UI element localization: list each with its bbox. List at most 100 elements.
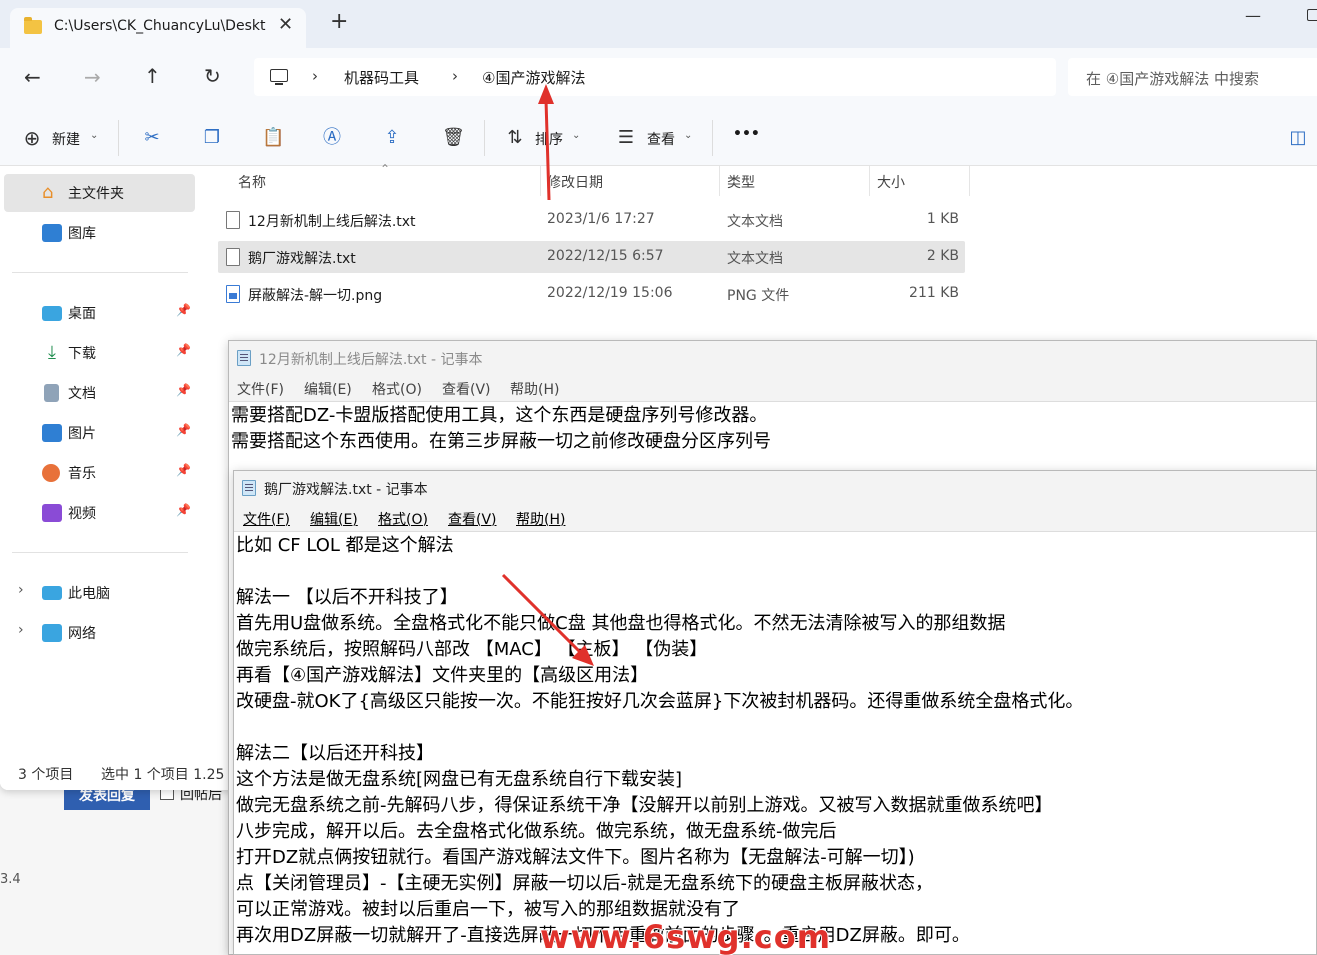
sidebar-label: 下载 <box>68 346 96 362</box>
back-button[interactable]: ← <box>24 67 41 87</box>
pin-icon[interactable]: 📌 <box>176 503 191 517</box>
sidebar-label: 主文件夹 <box>68 186 124 202</box>
notepad-menubar: 文件(F) 编辑(E) 格式(O) 查看(V) 帮助(H) <box>234 504 1316 532</box>
notepad-text-area[interactable]: 比如 CF LOL 都是这个解法 解法一 【以后不开科技了】 首先用U盘做系统。… <box>236 533 1316 949</box>
minimize-button[interactable]: — <box>1245 6 1261 25</box>
toolbar-divider <box>484 120 485 156</box>
sidebar-divider <box>12 552 188 553</box>
tab-close-button[interactable]: ✕ <box>278 14 293 35</box>
delete-icon[interactable]: 🗑 <box>442 128 465 148</box>
chevron-down-icon[interactable]: ⌄ <box>90 130 98 141</box>
pin-icon[interactable]: 📌 <box>176 343 191 357</box>
column-divider[interactable] <box>969 166 970 196</box>
column-divider[interactable] <box>540 166 541 196</box>
breadcrumb-current-folder[interactable]: ④国产游戏解法 <box>482 67 585 88</box>
maximize-button[interactable] <box>1307 9 1317 21</box>
desktop-icon <box>42 306 62 321</box>
view-icon[interactable]: ☰ <box>616 128 636 148</box>
more-options-button[interactable]: ••• <box>733 126 760 142</box>
pictures-icon <box>42 424 62 442</box>
breadcrumb-separator[interactable]: › <box>452 67 458 85</box>
pin-icon[interactable]: 📌 <box>176 463 191 477</box>
text-line: 八步完成，解开以后。去全盘格式化做系统。做完系统，做无盘系统-做完后 <box>236 821 837 842</box>
cut-icon[interactable]: ✂ <box>142 128 162 148</box>
new-tab-button[interactable]: + <box>330 11 348 33</box>
sidebar-item-documents[interactable]: 文档 📌 <box>4 374 195 412</box>
details-pane-icon[interactable]: ◫ <box>1288 128 1308 148</box>
notepad-window-game-solution: 鹅厂游戏解法.txt - 记事本 文件(F) 编辑(E) 格式(O) 查看(V)… <box>233 470 1317 955</box>
menu-edit[interactable]: 编辑(E) <box>304 379 352 399</box>
sidebar-item-desktop[interactable]: 桌面 📌 <box>4 294 195 332</box>
file-name: 12月新机制上线后解法.txt <box>248 214 416 230</box>
sidebar-item-home[interactable]: ⌂ 主文件夹 <box>4 174 195 212</box>
notepad-text-area[interactable]: 需要搭配DZ-卡盟版搭配使用工具，这个东西是硬盘序列号修改器。 需要搭配这个东西… <box>231 403 1316 455</box>
toolbar-divider <box>712 120 713 156</box>
sort-button[interactable]: 排序 <box>535 129 563 149</box>
sidebar-item-pictures[interactable]: 图片 📌 <box>4 414 195 452</box>
sidebar-item-gallery[interactable]: 图库 <box>4 214 195 252</box>
sidebar-item-network[interactable]: › 网络 <box>4 614 195 652</box>
sidebar-item-music[interactable]: 音乐 📌 <box>4 454 195 492</box>
document-icon <box>44 384 59 402</box>
paste-icon[interactable]: 📋 <box>262 128 284 148</box>
column-header-type[interactable]: 类型 <box>727 172 755 192</box>
download-icon: ⤓ <box>48 342 56 363</box>
plus-circle-icon[interactable]: ⊕ <box>22 128 42 148</box>
pin-icon[interactable]: 📌 <box>176 423 191 437</box>
menu-format[interactable]: 格式(O) <box>372 379 422 399</box>
menu-view[interactable]: 查看(V) <box>448 509 497 529</box>
sidebar-item-videos[interactable]: 视频 📌 <box>4 494 195 532</box>
sort-icon[interactable]: ⇅ <box>505 128 525 148</box>
up-button[interactable]: ↑ <box>144 66 161 86</box>
address-bar[interactable]: › 机器码工具 › ④国产游戏解法 <box>254 58 1056 96</box>
rename-icon[interactable]: Ⓐ <box>322 128 342 148</box>
menu-view[interactable]: 查看(V) <box>442 379 491 399</box>
column-header-name[interactable]: 名称 <box>238 172 266 192</box>
forward-button[interactable]: → <box>84 67 101 87</box>
sidebar-label: 桌面 <box>68 306 96 322</box>
chevron-right-icon[interactable]: › <box>18 582 24 598</box>
text-line: 点【关闭管理员】-【主硬无实例】屏蔽一切以后-就是无盘系统下的硬盘主板屏蔽状态， <box>236 873 933 894</box>
search-box[interactable]: 在 ④国产游戏解法 中搜索 <box>1068 58 1317 96</box>
column-header-date[interactable]: 修改日期 <box>547 172 603 192</box>
file-row-selected[interactable]: 鹅厂游戏解法.txt 2022/12/15 6:57 文本文档 2 KB <box>218 241 965 273</box>
folder-icon <box>24 17 42 34</box>
view-button[interactable]: 查看 <box>647 129 675 149</box>
file-name: 鹅厂游戏解法.txt <box>248 251 356 267</box>
menu-file[interactable]: 文件(F) <box>243 509 290 529</box>
sidebar-item-downloads[interactable]: ⤓ 下载 📌 <box>4 334 195 372</box>
pin-icon[interactable]: 📌 <box>176 383 191 397</box>
refresh-button[interactable]: ↻ <box>204 66 221 86</box>
menu-edit[interactable]: 编辑(E) <box>310 509 358 529</box>
menu-help[interactable]: 帮助(H) <box>516 509 565 529</box>
menu-help[interactable]: 帮助(H) <box>510 379 559 399</box>
breadcrumb-separator[interactable]: › <box>312 67 318 85</box>
network-icon <box>42 624 62 642</box>
explorer-tab[interactable]: C:\Users\CK_ChuancyLu\Deskt ✕ <box>10 8 306 48</box>
file-type: PNG 文件 <box>727 288 790 304</box>
column-header-size[interactable]: 大小 <box>877 172 905 192</box>
column-divider[interactable] <box>719 166 720 196</box>
chevron-down-icon[interactable]: ⌄ <box>572 130 580 141</box>
file-row[interactable]: 屏蔽解法-解一切.png 2022/12/19 15:06 PNG 文件 211… <box>218 278 965 310</box>
notepad-titlebar[interactable]: 鹅厂游戏解法.txt - 记事本 <box>234 471 1316 504</box>
menu-format[interactable]: 格式(O) <box>378 509 428 529</box>
breadcrumb-machine-code-tools[interactable]: 机器码工具 <box>344 67 419 88</box>
sidebar-label: 网络 <box>68 626 96 642</box>
share-icon[interactable]: ⇪ <box>382 128 402 148</box>
copy-icon[interactable]: ❐ <box>202 128 222 148</box>
notepad-menubar: 文件(F) 编辑(E) 格式(O) 查看(V) 帮助(H) <box>229 374 1316 402</box>
file-size: 1 KB <box>926 211 959 227</box>
chevron-right-icon[interactable]: › <box>18 622 24 638</box>
pin-icon[interactable]: 📌 <box>176 303 191 317</box>
sidebar-item-this-pc[interactable]: › 此电脑 <box>4 574 195 612</box>
file-row[interactable]: 12月新机制上线后解法.txt 2023/1/6 17:27 文本文档 1 KB <box>218 204 965 236</box>
text-line: 这个方法是做无盘系统[网盘已有无盘系统自行下载安装] <box>236 769 683 790</box>
toolbar-divider <box>118 120 119 156</box>
image-file-icon <box>226 285 240 303</box>
notepad-titlebar[interactable]: 12月新机制上线后解法.txt - 记事本 <box>229 341 1316 374</box>
column-divider[interactable] <box>869 166 870 196</box>
chevron-down-icon[interactable]: ⌄ <box>684 130 692 141</box>
new-button[interactable]: 新建 <box>52 129 80 149</box>
menu-file[interactable]: 文件(F) <box>237 379 284 399</box>
